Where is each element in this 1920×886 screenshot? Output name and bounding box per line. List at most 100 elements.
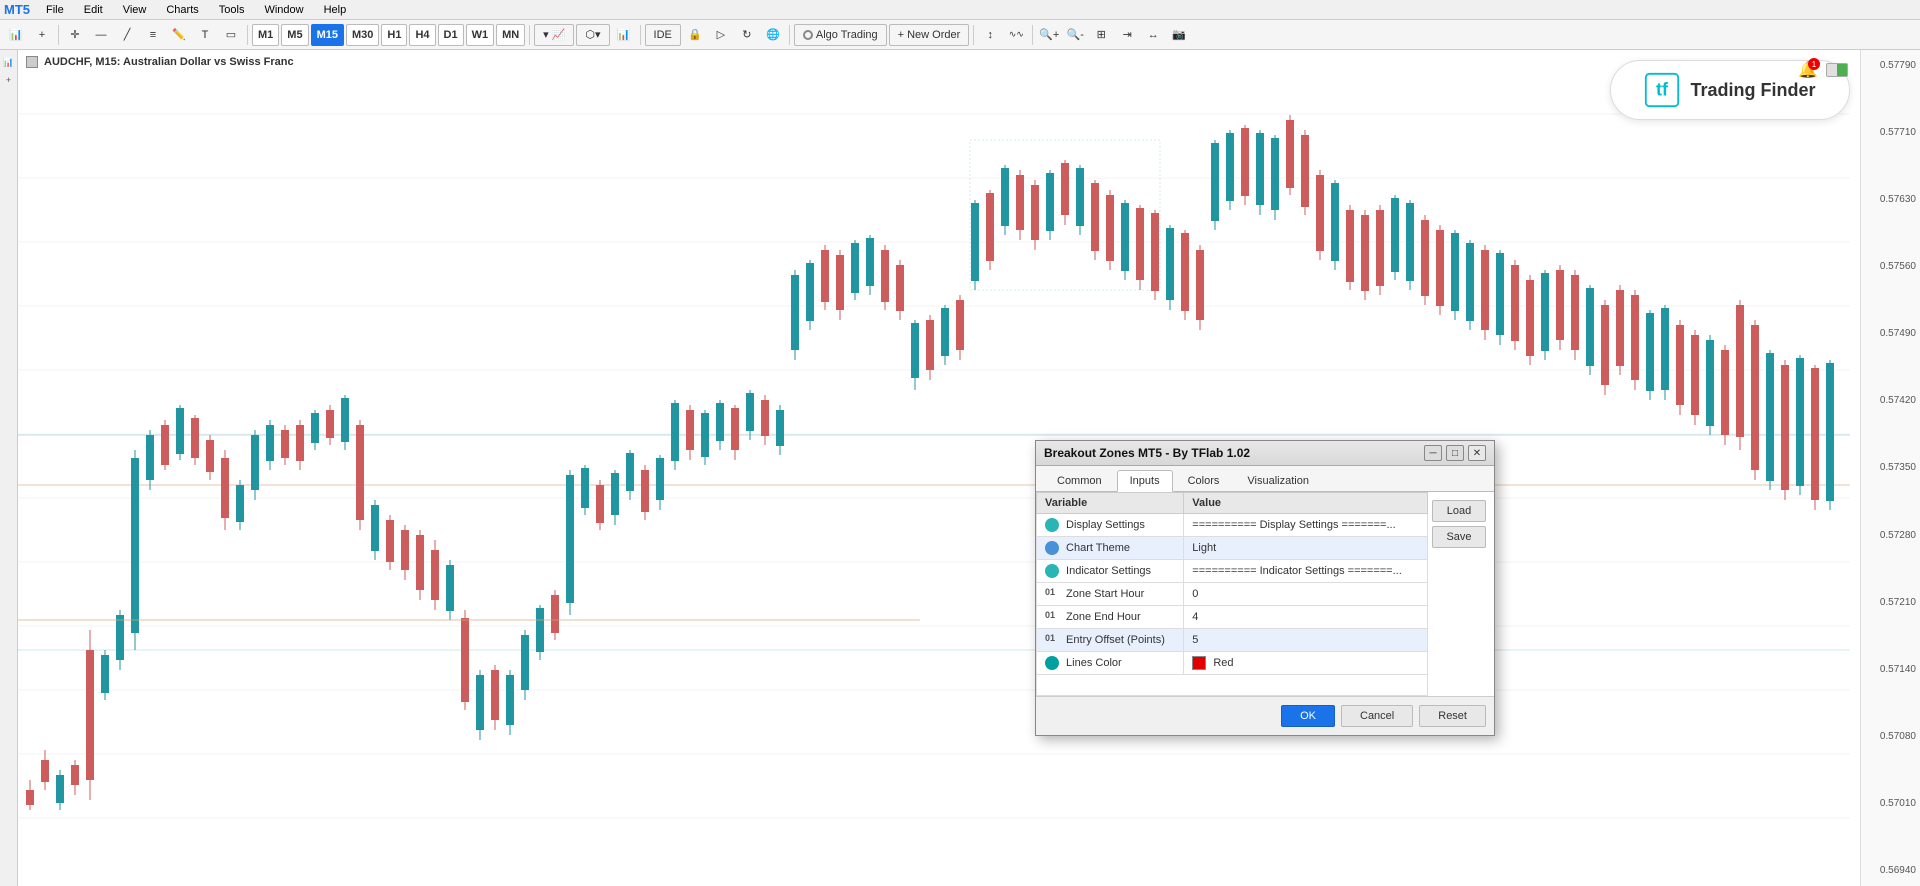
row-value[interactable]: ========== Indicator Settings =======... xyxy=(1184,560,1428,583)
fix-scale-button[interactable]: ↔ xyxy=(1141,23,1165,47)
buy-sell-button[interactable]: ↕ xyxy=(978,23,1002,47)
grid-button[interactable]: ⊞ xyxy=(1089,23,1113,47)
table-row: Display Settings ========== Display Sett… xyxy=(1037,514,1428,537)
price-label-8: 0.57280 xyxy=(1865,530,1916,541)
trading-finder-logo-icon: tf xyxy=(1644,72,1680,108)
trendline-button[interactable]: ╱ xyxy=(115,23,139,47)
row-value[interactable]: 0 xyxy=(1184,583,1428,606)
tab-common[interactable]: Common xyxy=(1044,470,1115,491)
price-label-13: 0.56940 xyxy=(1865,865,1916,876)
toolbar-separator-6 xyxy=(973,25,974,45)
community-button[interactable]: 🌐 xyxy=(761,23,785,47)
cancel-button[interactable]: Cancel xyxy=(1341,705,1413,727)
row-value[interactable]: 4 xyxy=(1184,606,1428,629)
toolbar-separator-7 xyxy=(1032,25,1033,45)
color-swatch-red[interactable] xyxy=(1192,656,1206,670)
toolbar-separator-4 xyxy=(640,25,641,45)
price-label-4: 0.57560 xyxy=(1865,261,1916,272)
tf-m15[interactable]: M15 xyxy=(311,24,344,46)
app-icon: MT5 xyxy=(4,2,30,17)
row-value[interactable]: Light xyxy=(1184,537,1428,560)
tab-inputs[interactable]: Inputs xyxy=(1117,470,1173,492)
price-label-2: 0.57710 xyxy=(1865,127,1916,138)
algo-trading-button[interactable]: Algo Trading xyxy=(794,24,887,46)
notification-area: 🔔 1 xyxy=(1796,58,1848,82)
menu-tools[interactable]: Tools xyxy=(215,4,249,16)
notification-bell[interactable]: 🔔 1 xyxy=(1796,58,1820,82)
text-button[interactable]: T xyxy=(193,23,217,47)
chart-container: 📊 + AUDCHF, M15: Australian Dollar vs Sw… xyxy=(0,50,1920,886)
autoscroll-button[interactable]: ⇥ xyxy=(1115,23,1139,47)
indicator-dialog: Breakout Zones MT5 - By TFlab 1.02 ─ □ ✕… xyxy=(1035,440,1495,736)
menu-bar: MT5 File Edit View Charts Tools Window H… xyxy=(0,0,1920,20)
crosshair-button[interactable]: ✛ xyxy=(63,23,87,47)
tf-d1[interactable]: D1 xyxy=(438,24,464,46)
new-chart-button[interactable]: 📊 xyxy=(4,23,28,47)
tf-m30[interactable]: M30 xyxy=(346,24,379,46)
table-row: 01 Zone End Hour 4 xyxy=(1037,606,1428,629)
dialog-controls: ─ □ ✕ xyxy=(1424,445,1486,461)
ide-button[interactable]: IDE xyxy=(645,24,681,46)
tf-h1[interactable]: H1 xyxy=(381,24,407,46)
new-order-button[interactable]: + New Order xyxy=(889,24,970,46)
dialog-maximize-button[interactable]: □ xyxy=(1446,445,1464,461)
row-value[interactable]: 5 xyxy=(1184,629,1428,652)
table-row: 01 Entry Offset (Points) 5 xyxy=(1037,629,1428,652)
svg-text:tf: tf xyxy=(1656,79,1669,99)
table-row: 01 Zone Start Hour 0 xyxy=(1037,583,1428,606)
load-button[interactable]: Load xyxy=(1432,500,1486,522)
ok-button[interactable]: OK xyxy=(1281,705,1335,727)
tf-h4[interactable]: H4 xyxy=(409,24,435,46)
refresh-button[interactable]: ↻ xyxy=(735,23,759,47)
toolbar-separator-5 xyxy=(789,25,790,45)
dialog-minimize-button[interactable]: ─ xyxy=(1424,445,1442,461)
shapes-button[interactable]: ▭ xyxy=(219,23,243,47)
channel-button[interactable]: ≡ xyxy=(141,23,165,47)
zoom-in-button[interactable]: 🔍+ xyxy=(1037,23,1061,47)
play-button[interactable]: ▷ xyxy=(709,23,733,47)
menu-charts[interactable]: Charts xyxy=(162,4,202,16)
save-button[interactable]: Save xyxy=(1432,526,1486,548)
row-variable: 01 Entry Offset (Points) xyxy=(1037,629,1184,652)
menu-file[interactable]: File xyxy=(42,4,68,16)
row-value[interactable]: ========== Display Settings =======... xyxy=(1184,514,1428,537)
menu-edit[interactable]: Edit xyxy=(80,4,107,16)
row-value[interactable]: Red xyxy=(1184,652,1428,675)
tf-w1[interactable]: W1 xyxy=(466,24,495,46)
tab-visualization[interactable]: Visualization xyxy=(1234,470,1322,491)
inputs-table: Variable Value Display Settings xyxy=(1036,492,1428,696)
row-icon-lines xyxy=(1045,656,1059,670)
logo-text: Trading Finder xyxy=(1690,80,1815,101)
plus-button[interactable]: + xyxy=(30,23,54,47)
row-icon-indicator xyxy=(1045,564,1059,578)
dialog-tabs: Common Inputs Colors Visualization xyxy=(1036,466,1494,492)
period-selector[interactable]: ▾ 📈 xyxy=(534,24,574,46)
lock-button[interactable]: 🔒 xyxy=(683,23,707,47)
row-variable: Display Settings xyxy=(1037,514,1184,537)
reset-button[interactable]: Reset xyxy=(1419,705,1486,727)
zoom-out-button[interactable]: 🔍- xyxy=(1063,23,1087,47)
template-button[interactable]: ⬡▾ xyxy=(576,24,609,46)
pen-button[interactable]: ✏️ xyxy=(167,23,191,47)
notification-badge: 1 xyxy=(1808,58,1820,70)
price-scale: 0.57790 0.57710 0.57630 0.57560 0.57490 … xyxy=(1860,50,1920,886)
price-label-9: 0.57210 xyxy=(1865,597,1916,608)
toolbar-separator-1 xyxy=(58,25,59,45)
toolbar-separator-2 xyxy=(247,25,248,45)
screenshot-button[interactable]: 📷 xyxy=(1167,23,1191,47)
tab-colors[interactable]: Colors xyxy=(1175,470,1233,491)
col-variable: Variable xyxy=(1037,493,1184,514)
dialog-close-button[interactable]: ✕ xyxy=(1468,445,1486,461)
table-row: Chart Theme Light xyxy=(1037,537,1428,560)
indicator-button[interactable]: ∿∿ xyxy=(1004,23,1028,47)
tf-m5[interactable]: M5 xyxy=(281,24,308,46)
zoom-bar-button[interactable]: 📊 xyxy=(612,23,636,47)
price-label-12: 0.57010 xyxy=(1865,798,1916,809)
hline-button[interactable]: — xyxy=(89,23,113,47)
tf-mn[interactable]: MN xyxy=(496,24,525,46)
menu-window[interactable]: Window xyxy=(260,4,307,16)
row-variable: 01 Zone Start Hour xyxy=(1037,583,1184,606)
menu-help[interactable]: Help xyxy=(320,4,351,16)
tf-m1[interactable]: M1 xyxy=(252,24,279,46)
menu-view[interactable]: View xyxy=(119,4,151,16)
